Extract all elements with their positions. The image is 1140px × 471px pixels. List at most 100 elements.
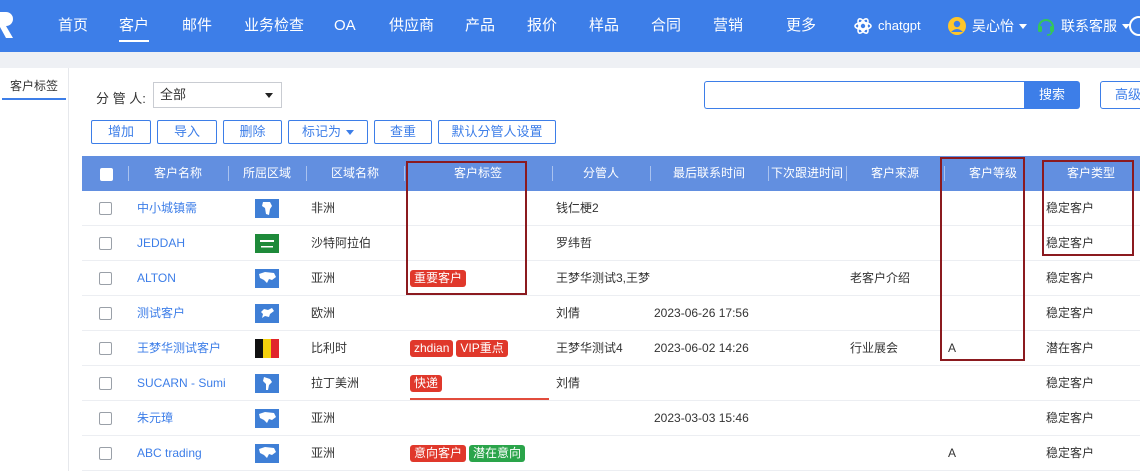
customer-source <box>850 191 942 226</box>
row-checkbox[interactable] <box>99 447 112 460</box>
last-contact-time <box>654 191 769 226</box>
nav-item-contracts[interactable]: 合同 <box>651 0 681 52</box>
region-name: 非洲 <box>311 201 336 215</box>
select-all-checkbox[interactable] <box>100 168 113 181</box>
next-followup-time <box>772 261 844 296</box>
nav-item-samples[interactable]: 样品 <box>589 0 619 52</box>
row-checkbox[interactable] <box>99 412 112 425</box>
manager-name <box>556 436 652 471</box>
support-label: 联系客服 <box>1061 18 1117 34</box>
asia-map-icon <box>255 269 279 288</box>
col-last-contact[interactable]: 最后联系时间 <box>650 156 768 191</box>
nav-item-oa[interactable]: OA <box>334 0 356 52</box>
customer-name-link[interactable]: SUCARN - Sumi <box>137 366 232 401</box>
nav-item-mail[interactable]: 邮件 <box>182 0 212 52</box>
user-menu[interactable]: 吴心怡 <box>947 0 1027 52</box>
next-followup-time <box>772 226 844 261</box>
settings-icon[interactable] <box>1129 16 1140 36</box>
manager-name: 王梦华测试3,王梦 <box>556 271 651 285</box>
nav-item-marketing[interactable]: 营销 <box>713 0 743 52</box>
row-checkbox[interactable] <box>99 202 112 215</box>
manager-filter-label: 分 管 人: <box>96 91 146 106</box>
latin-america-map-icon <box>255 374 279 393</box>
chevron-down-icon <box>1019 23 1027 29</box>
last-contact-time <box>654 366 769 401</box>
delete-button[interactable]: 删除 <box>223 120 282 144</box>
region-name: 拉丁美洲 <box>311 376 360 390</box>
tag-badge[interactable]: 快递 <box>410 375 443 392</box>
manager-select[interactable]: 全部 <box>153 82 282 108</box>
user-name: 吴心怡 <box>972 18 1014 34</box>
customer-name-link[interactable]: 朱元璋 <box>137 401 232 436</box>
chatgpt-link[interactable]: chatgpt <box>853 0 921 52</box>
default-manager-settings-button[interactable]: 默认分管人设置 <box>438 120 556 144</box>
asia-map-icon <box>255 444 279 463</box>
region-name: 欧洲 <box>311 306 336 320</box>
col-source[interactable]: 客户来源 <box>846 156 944 191</box>
headset-icon <box>1038 19 1054 36</box>
customer-name-link[interactable]: 王梦华测试客户 <box>137 331 232 366</box>
customer-name-link[interactable]: 测试客户 <box>137 296 232 331</box>
row-checkbox[interactable] <box>99 377 112 390</box>
nav-item-home[interactable]: 首页 <box>58 0 88 52</box>
customer-source <box>850 296 942 331</box>
nav-item-more[interactable]: 更多 <box>786 0 816 52</box>
next-followup-time <box>772 366 844 401</box>
customer-tags: zhdian VIP重点 <box>410 331 508 366</box>
row-checkbox[interactable] <box>99 272 112 285</box>
customer-type: 稳定客户 <box>1046 446 1095 460</box>
col-customer-name[interactable]: 客户名称 <box>128 156 228 191</box>
next-followup-time <box>772 191 844 226</box>
customer-type: 稳定客户 <box>1046 411 1095 425</box>
customer-name-link[interactable]: JEDDAH <box>137 226 232 261</box>
manager-name: 钱仁梗2 <box>556 201 599 215</box>
nav-item-business-check[interactable]: 业务检查 <box>244 0 304 52</box>
manager-name: 王梦华测试4 <box>556 341 623 355</box>
search-input[interactable] <box>704 81 1024 109</box>
next-followup-time <box>772 296 844 331</box>
mark-as-label: 标记为 <box>301 124 341 139</box>
tag-badge[interactable]: zhdian <box>410 340 454 357</box>
mark-as-button[interactable]: 标记为 <box>288 120 368 144</box>
region-name: 亚洲 <box>311 271 336 285</box>
row-checkbox[interactable] <box>99 237 112 250</box>
app-logo[interactable] <box>0 12 14 38</box>
table-row[interactable]: SUCARN - Sumi 拉丁美洲 快递 刘倩 稳定客户 <box>82 366 1140 401</box>
customer-level <box>948 366 1038 401</box>
customer-name-link[interactable]: ABC trading <box>137 436 232 471</box>
add-button[interactable]: 增加 <box>91 120 151 144</box>
region-name: 亚洲 <box>311 446 336 460</box>
table-row[interactable]: 朱元璋 亚洲 2023-03-03 15:46 稳定客户 <box>82 401 1140 436</box>
import-button[interactable]: 导入 <box>157 120 217 144</box>
nav-item-customers[interactable]: 客户 <box>119 0 150 52</box>
col-manager[interactable]: 分管人 <box>552 156 650 191</box>
africa-map-icon <box>255 199 279 218</box>
col-region-name[interactable]: 区域名称 <box>306 156 404 191</box>
nav-item-quotes[interactable]: 报价 <box>527 0 557 52</box>
col-next-followup[interactable]: 下次跟进时间 <box>768 156 846 191</box>
nav-item-products[interactable]: 产品 <box>465 0 495 52</box>
customer-level <box>948 401 1038 436</box>
tag-badge[interactable]: VIP重点 <box>456 340 508 357</box>
table-row[interactable]: ABC trading 亚洲 意向客户 潜在意向 A 稳定客户 <box>82 436 1140 471</box>
tag-badge[interactable]: 潜在意向 <box>469 445 526 462</box>
chevron-down-icon <box>346 130 354 136</box>
tag-badge[interactable]: 意向客户 <box>410 445 467 462</box>
customer-name-link[interactable]: ALTON <box>137 261 232 296</box>
manager-name: 刘倩 <box>556 306 581 320</box>
customer-name-link[interactable]: 中小城镇需 <box>137 191 232 226</box>
row-checkbox[interactable] <box>99 307 112 320</box>
nav-item-suppliers[interactable]: 供应商 <box>389 0 434 52</box>
last-contact-time <box>654 226 769 261</box>
customer-source: 老客户介绍 <box>850 271 911 285</box>
advanced-search-button[interactable]: 高级 <box>1100 81 1140 109</box>
row-checkbox[interactable] <box>99 342 112 355</box>
sidebar-tab-customer-tags[interactable]: 客户标签 <box>2 72 66 100</box>
check-duplicates-button[interactable]: 查重 <box>374 120 432 144</box>
search-button[interactable]: 搜索 <box>1024 81 1080 109</box>
col-region[interactable]: 所屈区域 <box>228 156 306 191</box>
support-menu[interactable]: 联系客服 <box>1036 0 1130 52</box>
next-followup-time <box>772 401 844 436</box>
annotation-box-tags <box>406 161 527 295</box>
europe-map-icon <box>255 304 279 323</box>
